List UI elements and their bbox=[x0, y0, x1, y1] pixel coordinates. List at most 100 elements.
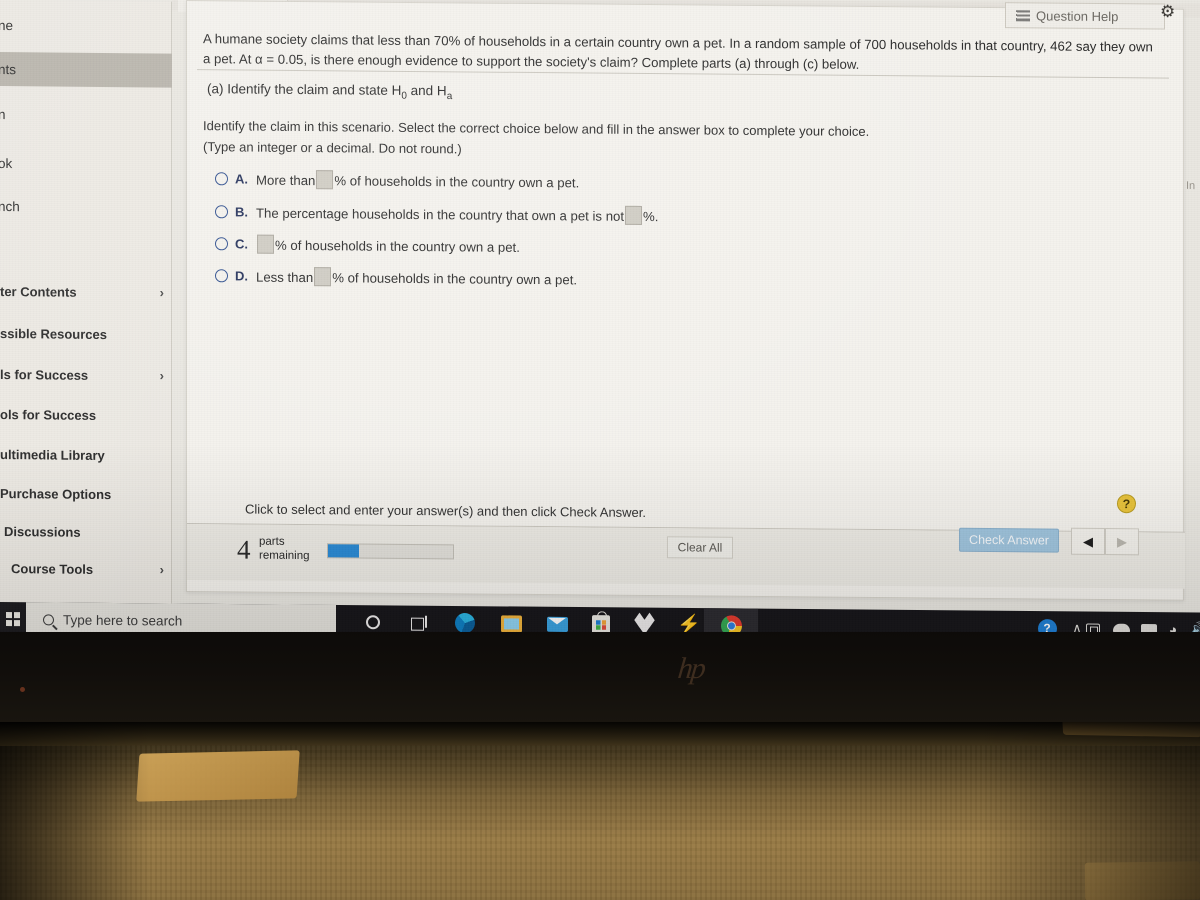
choice-letter-d: D. bbox=[235, 267, 248, 284]
course-sidebar: ne nts n ok nch ter Contents › ssible Re… bbox=[0, 0, 172, 606]
part-label-mid: and H bbox=[406, 82, 447, 99]
progress-bar bbox=[327, 543, 454, 560]
parts-remaining-line-1: parts bbox=[259, 535, 285, 548]
lightning-icon[interactable]: ⚡ bbox=[668, 608, 710, 632]
windows-taskbar: Type here to search ⚡ ? ∧ ◕ 🔊 bbox=[0, 602, 1200, 632]
cortana-ring-glyph bbox=[366, 615, 380, 630]
tray-volume-icon[interactable]: 🔊 bbox=[1178, 612, 1200, 632]
choice-d[interactable]: D. Less than % of households in the count… bbox=[215, 259, 1015, 298]
choice-d-post: % of households in the country own a pet… bbox=[332, 269, 578, 287]
edge-glyph bbox=[455, 612, 475, 632]
sidebar-item-3[interactable]: ok bbox=[0, 146, 172, 182]
cortana-icon[interactable] bbox=[352, 605, 394, 632]
part-label-prefix: (a) Identify the claim and state H bbox=[207, 81, 402, 98]
sidebar-item-label: ne bbox=[0, 17, 14, 33]
laptop-bottom-bezel bbox=[0, 630, 1200, 722]
hp-brand-logo: hp bbox=[676, 652, 706, 685]
task-view-icon[interactable] bbox=[398, 605, 440, 632]
choice-a-pre: More than bbox=[256, 172, 316, 188]
answer-input-d[interactable] bbox=[314, 266, 332, 286]
answer-input-a[interactable] bbox=[316, 169, 334, 189]
answer-tip-text: Click to select and enter your answer(s)… bbox=[245, 501, 647, 521]
radio-button-c[interactable] bbox=[215, 236, 228, 250]
edge-icon[interactable] bbox=[444, 606, 486, 632]
chrome-icon[interactable] bbox=[710, 608, 752, 632]
previous-part-button[interactable]: ◀ bbox=[1071, 527, 1105, 556]
sidebar-item-1[interactable]: nts bbox=[0, 52, 172, 88]
choice-b-post: %. bbox=[643, 208, 659, 224]
choice-letter-b: B. bbox=[235, 203, 248, 220]
sidebar-item-course-tools[interactable]: Course Tools › bbox=[0, 551, 172, 587]
sidebar-item-label: ultimedia Library bbox=[0, 446, 105, 463]
keyboard-key-highlight-left bbox=[136, 750, 300, 802]
answer-input-b[interactable] bbox=[625, 205, 643, 225]
cloud-glyph bbox=[1112, 623, 1130, 632]
sidebar-item-purchase-options[interactable]: Purchase Options bbox=[0, 476, 172, 512]
sidebar-item-label: ols for Success bbox=[0, 406, 97, 423]
sidebar-item-label: nch bbox=[0, 198, 20, 214]
sidebar-item-multimedia-library[interactable]: ultimedia Library bbox=[0, 437, 172, 473]
laptop-screen: ne nts n ok nch ter Contents › ssible Re… bbox=[0, 0, 1200, 632]
clear-all-button[interactable]: Clear All bbox=[667, 536, 733, 559]
folder-glyph bbox=[500, 614, 522, 632]
sidebar-item-skills-for-success[interactable]: ls for Success › bbox=[0, 357, 172, 393]
sidebar-item-discussions[interactable]: Discussions bbox=[0, 514, 172, 550]
check-answer-button[interactable]: Check Answer bbox=[959, 527, 1059, 553]
sidebar-item-0[interactable]: ne bbox=[0, 8, 172, 44]
windows-logo-icon bbox=[6, 612, 20, 627]
chrome-glyph bbox=[720, 614, 742, 632]
lightning-glyph: ⚡ bbox=[677, 614, 701, 632]
file-explorer-icon[interactable] bbox=[490, 606, 532, 632]
choice-letter-a: A. bbox=[235, 170, 248, 187]
speaker-icon: 🔊 bbox=[1190, 620, 1200, 632]
question-help-label: Question Help bbox=[1036, 7, 1119, 24]
mail-glyph bbox=[546, 616, 568, 632]
parts-remaining-label: parts remaining bbox=[259, 536, 310, 564]
choice-c-post: % of households in the country own a pet… bbox=[275, 237, 520, 255]
choice-d-pre: Less than bbox=[256, 269, 314, 285]
choice-a-post: % of households in the country own a pet… bbox=[334, 172, 580, 190]
sidebar-item-tools-for-success[interactable]: ols for Success bbox=[0, 397, 172, 433]
choice-text-a: More than % of households in the country … bbox=[256, 169, 579, 191]
choice-letter-c: C. bbox=[235, 235, 248, 252]
screenshot-root: hp ne nts n ok nch ter Contents › ssible… bbox=[0, 0, 1200, 900]
sidebar-item-label: nts bbox=[0, 61, 17, 77]
sidebar-item-label: Discussions bbox=[4, 523, 81, 540]
chevron-right-icon: › bbox=[159, 285, 164, 301]
answer-choices: A. More than % of households in the count… bbox=[215, 161, 1015, 298]
radio-button-b[interactable] bbox=[215, 204, 228, 218]
start-button[interactable] bbox=[2, 608, 24, 630]
help-circle-glyph: ? bbox=[1037, 618, 1057, 632]
gear-icon[interactable]: ⚙ bbox=[1160, 2, 1175, 22]
chevron-right-icon: › bbox=[159, 368, 164, 384]
answer-input-c[interactable] bbox=[257, 234, 274, 254]
sidebar-item-4[interactable]: nch bbox=[0, 189, 172, 225]
search-placeholder: Type here to search bbox=[63, 612, 183, 629]
microsoft-store-icon[interactable] bbox=[580, 607, 622, 632]
sidebar-item-label: Course Tools bbox=[11, 560, 94, 577]
laptop-hinge-strip bbox=[0, 722, 1200, 746]
store-glyph bbox=[592, 614, 610, 632]
hypothesis-alt-subscript: a bbox=[446, 90, 453, 103]
sidebar-item-label: Purchase Options bbox=[0, 485, 112, 502]
radio-button-a[interactable] bbox=[215, 171, 228, 185]
sidebar-item-label: ter Contents bbox=[0, 283, 77, 300]
sidebar-item-2[interactable]: n bbox=[0, 97, 172, 133]
next-part-button[interactable]: ▶ bbox=[1105, 528, 1139, 556]
hint-badge-icon[interactable]: ? bbox=[1117, 494, 1136, 514]
sidebar-item-label: ssible Resources bbox=[0, 325, 107, 342]
chevron-right-icon: › bbox=[159, 562, 164, 578]
mail-icon[interactable] bbox=[536, 607, 578, 632]
task-view-glyph bbox=[411, 616, 427, 629]
search-input[interactable]: Type here to search bbox=[26, 602, 336, 632]
dropbox-glyph bbox=[634, 612, 655, 632]
bezel-indicator-dot bbox=[20, 687, 25, 692]
sidebar-item-chapter-contents[interactable]: ter Contents › bbox=[0, 274, 172, 310]
exercise-panel: Question Help A humane society claims th… bbox=[186, 0, 1185, 601]
wifi-icon: ◕ bbox=[1168, 621, 1178, 632]
dropbox-icon[interactable] bbox=[624, 607, 666, 632]
sidebar-item-accessible-resources[interactable]: ssible Resources bbox=[0, 316, 172, 352]
question-help-button[interactable]: Question Help bbox=[1005, 2, 1165, 30]
choice-b-pre: The percentage households in the country… bbox=[256, 205, 625, 224]
radio-button-d[interactable] bbox=[215, 268, 228, 282]
